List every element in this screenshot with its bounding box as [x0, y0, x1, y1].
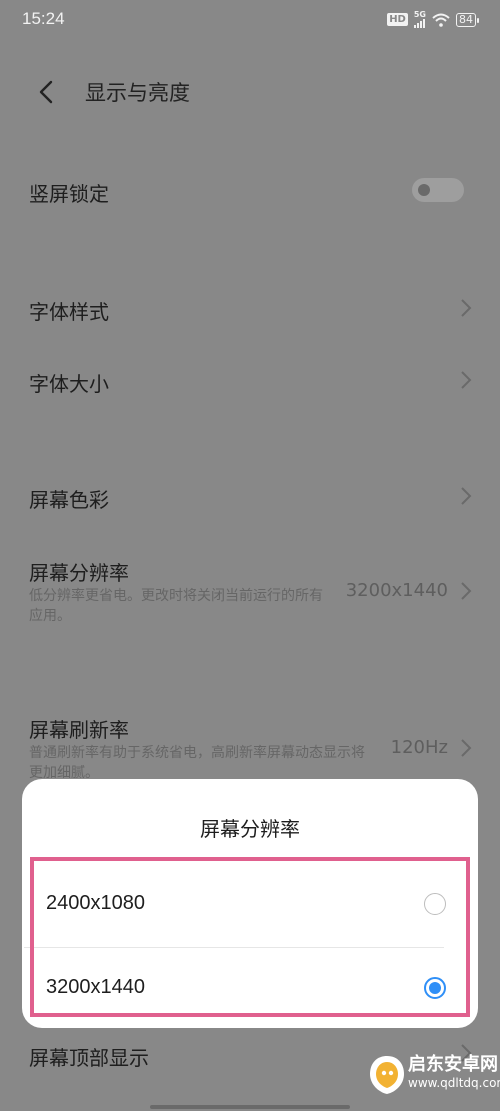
setting-row-screen-resolution[interactable]: 屏幕分辨率 低分辨率更省电。更改时将关闭当前运行的所有应用。 3200x1440 — [0, 545, 500, 635]
setting-row-screen-color[interactable]: 屏幕色彩 — [0, 468, 500, 524]
chevron-right-icon — [461, 739, 472, 757]
setting-row-font-size[interactable]: 字体大小 — [0, 352, 500, 408]
watermark: 启东安卓网 www.qdltdq.com — [368, 1048, 500, 1104]
setting-description: 普通刷新率有助于系统省电，高刷新率屏幕动态显示将更加细腻。 — [29, 745, 365, 781]
setting-label: 屏幕分辨率 — [29, 561, 129, 585]
watermark-name: 启东安卓网 — [408, 1054, 498, 1075]
setting-label: 竖屏锁定 — [29, 182, 109, 206]
chevron-right-icon — [461, 487, 472, 505]
chevron-right-icon — [461, 299, 472, 317]
chevron-right-icon — [461, 582, 472, 600]
setting-label: 字体大小 — [29, 372, 109, 396]
setting-value: 3200x1440 — [345, 580, 448, 601]
page-header: 显示与亮度 — [0, 62, 500, 122]
watermark-url: www.qdltdq.com — [408, 1076, 500, 1090]
network-type-label: 5G — [413, 10, 426, 19]
setting-value: 120Hz — [390, 737, 448, 758]
setting-row-portrait-lock[interactable]: 竖屏锁定 — [0, 160, 500, 220]
setting-label: 屏幕刷新率 — [29, 718, 129, 742]
wifi-icon — [432, 13, 450, 27]
signal-icon: 5G — [413, 10, 426, 28]
status-bar: 15:24 HD 5G 84 — [0, 0, 500, 40]
status-time: 15:24 — [22, 9, 65, 28]
annotation-highlight-box — [30, 857, 470, 1017]
setting-description: 低分辨率更省电。更改时将关闭当前运行的所有应用。 — [29, 588, 323, 624]
home-indicator[interactable] — [150, 1105, 350, 1109]
page-title: 显示与亮度 — [85, 81, 190, 105]
setting-label: 屏幕顶部显示 — [29, 1046, 149, 1070]
setting-label: 屏幕色彩 — [29, 488, 109, 512]
toggle-knob — [418, 184, 430, 196]
chevron-left-icon[interactable] — [34, 78, 62, 106]
battery-icon: 84 — [456, 12, 479, 27]
setting-row-font-style[interactable]: 字体样式 — [0, 280, 500, 336]
chevron-right-icon — [461, 371, 472, 389]
hd-icon: HD — [387, 13, 408, 26]
dialog-title: 屏幕分辨率 — [200, 817, 300, 841]
watermark-logo-icon — [370, 1056, 404, 1094]
portrait-lock-toggle[interactable] — [412, 178, 464, 202]
setting-label: 字体样式 — [29, 300, 109, 324]
status-icons: HD 5G 84 — [387, 10, 479, 28]
